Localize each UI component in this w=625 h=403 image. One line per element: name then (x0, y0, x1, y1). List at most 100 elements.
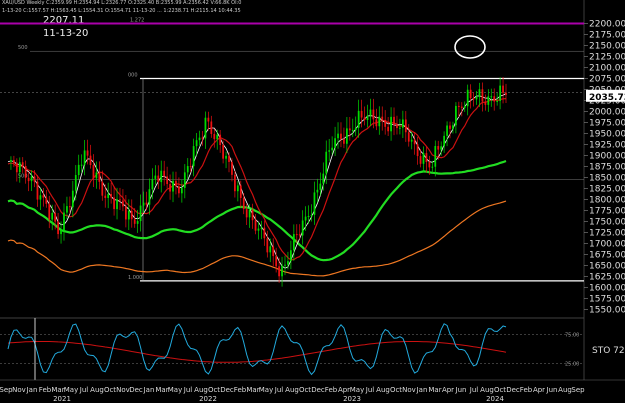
candle-body (363, 117, 366, 120)
price-tick-label: 2100.00 (589, 64, 625, 74)
candle-body (180, 187, 183, 194)
price-tick-label: 1750.00 (589, 218, 625, 228)
time-axis-month-label: Oct (494, 386, 506, 394)
candle-body (387, 126, 390, 132)
candle-body (266, 238, 269, 253)
price-tick-label: 1800.00 (589, 196, 625, 206)
price-tick-label: 1625.00 (589, 273, 625, 283)
candle-body (201, 137, 204, 139)
candle-body (183, 172, 186, 188)
candle-body (113, 197, 115, 210)
candle-body (130, 210, 133, 220)
time-axis-year-label: 2023 (343, 395, 361, 403)
candle-body (434, 146, 437, 167)
candle-body (95, 172, 98, 179)
candle-body (63, 212, 65, 231)
candle-body (369, 109, 372, 116)
candle-body (337, 133, 339, 139)
sma-short-line (7, 93, 507, 269)
time-axis-month-label: Jun (455, 386, 467, 394)
candle-body (163, 170, 166, 177)
candle-body (360, 110, 363, 118)
time-axis-month-label: Mar (428, 386, 441, 394)
fib-level-label: 500 (18, 45, 28, 51)
candle-body (431, 166, 434, 168)
candle-body (42, 195, 45, 198)
candle-body (493, 96, 496, 102)
time-axis-month-label: May (64, 386, 78, 394)
candle-body (245, 209, 248, 218)
candle-body (281, 265, 283, 277)
candle-body (89, 155, 92, 166)
candle-body (136, 221, 139, 224)
candle-body (27, 177, 30, 182)
price-tick-label: 1925.00 (589, 141, 625, 151)
time-axis-month-label: Nov (402, 386, 416, 394)
candle-body (254, 220, 257, 231)
price-chart[interactable]: 2200.002175.002150.002125.002100.002075.… (0, 0, 625, 403)
candle-body (166, 176, 169, 185)
price-tick-label: 2200.00 (589, 20, 625, 30)
time-axis-month-label: Aug (194, 386, 208, 394)
time-axis-month-label: Jan (143, 386, 155, 394)
candle-body (74, 175, 77, 191)
candle-body (340, 133, 342, 139)
candle-body (351, 130, 354, 132)
candle-body (310, 214, 313, 216)
candle-body (139, 205, 142, 222)
time-axis-month-label: Feb (39, 386, 52, 394)
time-axis-month-label: Jul (274, 386, 284, 394)
time-axis-month-label: Jun (546, 386, 558, 394)
stoch-label: STO 72 (592, 346, 625, 356)
price-tick-label: 1550.00 (589, 306, 625, 316)
time-axis-month-label: Dec (506, 386, 520, 394)
candle-body (239, 185, 242, 198)
time-axis-month-label: Aug (90, 386, 104, 394)
candle-body (375, 119, 378, 127)
candle-body (399, 127, 401, 129)
time-axis-month-label: May (259, 386, 273, 394)
candle-body (301, 220, 304, 236)
candle-body (18, 162, 21, 173)
price-tick-label: 2125.00 (589, 53, 625, 63)
candle-body (157, 175, 160, 183)
candle-body (13, 160, 15, 163)
candle-body (502, 85, 504, 93)
candle-body (71, 190, 74, 208)
candle-body (195, 140, 198, 147)
candle-body (107, 194, 110, 199)
candle-body (416, 144, 419, 157)
candle-body (269, 246, 272, 253)
candle-body (319, 183, 322, 190)
candle-body (425, 153, 428, 163)
time-axis-month-label: Feb (520, 386, 533, 394)
candle-body (260, 227, 263, 229)
candle-body (393, 116, 395, 125)
candle-body (384, 120, 387, 127)
candle-body (54, 212, 57, 222)
price-tick-label: 1825.00 (589, 185, 625, 195)
candle-body (228, 155, 230, 162)
price-tick-label: 2075.00 (589, 75, 625, 85)
candle-body (263, 227, 266, 239)
time-axis-month-label: Mar (51, 386, 64, 394)
price-tick-label: 1600.00 (589, 284, 625, 294)
candle-body (457, 105, 460, 107)
candle-body (145, 202, 148, 205)
time-axis-month-label: Apr (533, 386, 545, 394)
candle-body (357, 110, 360, 128)
time-axis-month-label: Jul (365, 386, 375, 394)
candle-body (127, 210, 130, 220)
candle-body (66, 206, 68, 213)
time-axis-month-label: Jan (416, 386, 428, 394)
candle-body (325, 151, 328, 174)
candle-body (307, 215, 310, 217)
candle-body (322, 173, 325, 184)
candle-body (313, 192, 316, 215)
time-axis-month-label: Dec (129, 386, 143, 394)
stoch-level-label: 25.00 (565, 362, 579, 368)
candle-body (172, 180, 174, 192)
candle-body (484, 101, 487, 105)
price-tick-label: 1575.00 (589, 295, 625, 305)
candle-body (222, 144, 224, 159)
